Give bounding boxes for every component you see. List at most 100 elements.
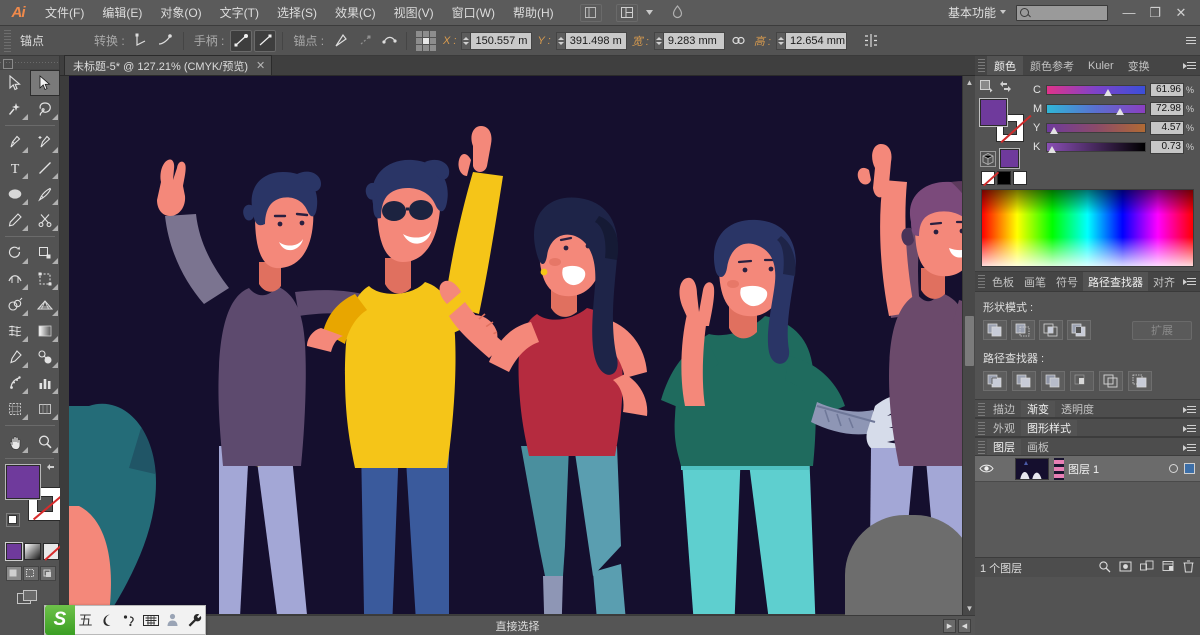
y-field-group[interactable]: 391.498 m — [556, 32, 627, 50]
minimize-button[interactable]: — — [1116, 3, 1142, 23]
menu-effect[interactable]: 效果(C) — [326, 0, 385, 26]
make-clipping-mask-icon[interactable] — [1119, 560, 1132, 576]
color-fill-mode[interactable] — [6, 543, 22, 560]
sogou-logo-icon[interactable]: S — [45, 605, 75, 635]
color-panel-menu-icon[interactable] — [1183, 60, 1196, 72]
none-fill-mode[interactable] — [43, 543, 59, 560]
swap-fill-stroke-icon[interactable] — [46, 463, 58, 475]
slider-m-knob[interactable] — [1116, 103, 1125, 116]
close-tab-icon[interactable]: ✕ — [256, 59, 265, 72]
free-transform-tool[interactable] — [30, 266, 60, 292]
lasso-tool[interactable] — [30, 96, 60, 122]
outline-icon[interactable] — [1099, 371, 1123, 391]
wrench-icon[interactable] — [183, 605, 205, 635]
tab-graphic-styles[interactable]: 图形样式 — [1021, 420, 1077, 436]
zoom-tool[interactable] — [30, 429, 60, 455]
status-dropdown-icon[interactable]: ▶ — [943, 619, 956, 633]
stroke-panel-grip[interactable] — [978, 403, 985, 417]
draw-normal-mode[interactable] — [6, 566, 22, 581]
reference-point-icon[interactable] — [416, 31, 436, 51]
minus-back-icon[interactable] — [1128, 371, 1152, 391]
swap-fill-stroke-icon[interactable] — [999, 80, 1012, 96]
slice-tool[interactable] — [30, 396, 60, 422]
draw-inside-mode[interactable] — [40, 566, 56, 581]
black-swatch[interactable] — [997, 171, 1011, 185]
menu-object[interactable]: 对象(O) — [151, 0, 210, 26]
status-collapse-icon[interactable]: ◀ — [958, 619, 971, 633]
restore-button[interactable]: ❐ — [1142, 3, 1168, 23]
ime-toolbar[interactable]: S 五 — [44, 605, 206, 635]
slider-y-track[interactable] — [1046, 123, 1146, 133]
tab-gradient[interactable]: 渐变 — [1021, 401, 1055, 417]
slider-m-value[interactable]: 72.98 — [1150, 102, 1184, 116]
trim-icon[interactable] — [1012, 371, 1036, 391]
tab-transform[interactable]: 变换 — [1121, 56, 1157, 75]
x-stepper[interactable] — [461, 32, 470, 50]
scroll-up-icon[interactable]: ▲ — [963, 76, 975, 89]
close-button[interactable]: ✕ — [1168, 3, 1194, 23]
delete-selection-icon[interactable] — [1183, 560, 1194, 576]
ime-mode-label[interactable]: 五 — [75, 605, 97, 635]
tab-color[interactable]: 颜色 — [987, 56, 1023, 75]
height-field-group[interactable]: 12.654 mm — [776, 32, 847, 50]
type-tool[interactable]: T — [0, 155, 30, 181]
tab-swatches[interactable]: 色板 — [987, 272, 1019, 291]
crop-icon[interactable] — [1070, 371, 1094, 391]
pen-tool[interactable] — [0, 129, 30, 155]
remove-anchor-point-icon[interactable] — [330, 30, 352, 52]
width-input[interactable]: 9.283 mm — [663, 32, 725, 50]
slider-c-track[interactable] — [1046, 85, 1146, 95]
artboard[interactable] — [69, 76, 962, 614]
color-panel-grip[interactable] — [978, 59, 985, 73]
menu-file[interactable]: 文件(F) — [36, 0, 93, 26]
hide-handles-icon[interactable] — [254, 30, 276, 52]
expand-button[interactable]: 扩展 — [1132, 321, 1192, 340]
control-bar-grip[interactable] — [4, 30, 11, 52]
slider-k-value[interactable]: 0.73 — [1150, 140, 1184, 154]
tab-transparency[interactable]: 透明度 — [1055, 401, 1100, 417]
color-spectrum[interactable] — [981, 189, 1194, 267]
menu-edit[interactable]: 编辑(E) — [93, 0, 151, 26]
bridge-icon[interactable] — [580, 4, 602, 22]
divide-icon[interactable] — [983, 371, 1007, 391]
magic-wand-tool[interactable] — [0, 96, 30, 122]
minus-front-icon[interactable] — [1011, 320, 1035, 340]
show-handles-icon[interactable] — [230, 30, 252, 52]
mesh-tool[interactable] — [0, 318, 30, 344]
convert-to-corner-icon[interactable] — [131, 30, 153, 52]
appearance-panel-grip[interactable] — [978, 422, 985, 436]
current-color-swatch[interactable] — [1000, 149, 1019, 168]
layers-panel-grip[interactable] — [978, 441, 985, 455]
color-3d-icon[interactable] — [980, 151, 996, 167]
tab-stroke[interactable]: 描边 — [987, 401, 1021, 417]
hand-tool[interactable] — [0, 429, 30, 455]
stroke-panel-menu-icon[interactable] — [1183, 404, 1196, 416]
scroll-down-icon[interactable]: ▼ — [963, 602, 975, 615]
pathfinder-panel-menu-icon[interactable] — [1183, 276, 1196, 288]
x-input[interactable]: 150.557 m — [470, 32, 532, 50]
control-bar-menu-icon[interactable] — [1182, 31, 1196, 51]
scrollbar-thumb[interactable] — [965, 316, 974, 366]
tab-layers[interactable]: 图层 — [987, 439, 1021, 455]
tab-symbols[interactable]: 符号 — [1051, 272, 1083, 291]
layer-row[interactable]: 图层 1 — [975, 456, 1200, 482]
pathfinder-panel-grip[interactable] — [978, 275, 985, 289]
height-stepper[interactable] — [776, 32, 785, 50]
comma-icon[interactable] — [118, 605, 140, 635]
intersect-icon[interactable] — [1039, 320, 1063, 340]
convert-to-smooth-icon[interactable] — [155, 30, 177, 52]
slider-k-knob[interactable] — [1048, 141, 1057, 154]
layer-name[interactable]: 图层 1 — [1068, 461, 1169, 477]
gradient-fill-mode[interactable] — [24, 543, 40, 560]
moon-icon[interactable] — [96, 605, 118, 635]
pencil-tool[interactable] — [0, 207, 30, 233]
tab-kuler[interactable]: Kuler — [1081, 56, 1121, 75]
align-icon[interactable] — [860, 30, 882, 52]
appearance-panel-menu-icon[interactable] — [1183, 423, 1196, 435]
layer-selection-indicator[interactable] — [1184, 463, 1195, 474]
layer-visibility-icon[interactable] — [975, 463, 997, 474]
menu-select[interactable]: 选择(S) — [268, 0, 326, 26]
perspective-grid-tool[interactable] — [30, 292, 60, 318]
color-fill-swatch[interactable] — [980, 99, 1007, 126]
slider-y-value[interactable]: 4.57 — [1150, 121, 1184, 135]
